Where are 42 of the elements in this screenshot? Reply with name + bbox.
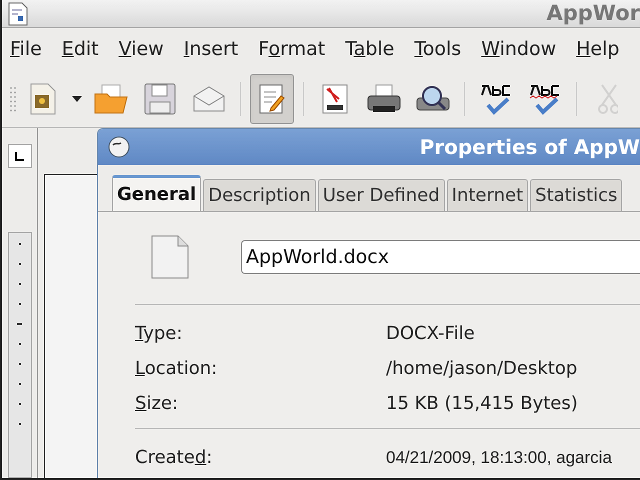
field-label: Created:	[135, 447, 212, 468]
tab[interactable]: Internet	[446, 179, 528, 211]
field-value: /home/jason/Desktop	[386, 357, 578, 381]
new-document-icon	[30, 82, 56, 114]
printer-icon	[367, 84, 401, 114]
tab[interactable]: Description	[203, 179, 316, 211]
app-logo-icon	[108, 136, 130, 158]
menu-item[interactable]: Tools	[414, 34, 462, 64]
caret-icon	[72, 96, 82, 102]
dialog-title: Properties of AppW	[420, 134, 640, 161]
print-preview-icon	[416, 84, 450, 114]
document-icon	[8, 2, 28, 26]
tab[interactable]: User Defined	[318, 179, 445, 211]
field-label: Type:	[135, 323, 182, 344]
file-icon	[151, 235, 189, 279]
scissors-icon	[598, 84, 618, 114]
auto-spellcheck-icon	[528, 82, 562, 114]
window-title: AppWor	[546, 0, 640, 27]
menu-item[interactable]: Format	[258, 34, 326, 64]
tab[interactable]: Statistics	[530, 179, 622, 211]
menu-item[interactable]: Window	[481, 34, 556, 64]
field-label: Size:	[135, 393, 178, 414]
field-value: DOCX-File	[386, 322, 475, 346]
spellcheck-icon	[479, 82, 513, 114]
menu-item[interactable]: File	[10, 34, 42, 64]
tab-stop-button[interactable]	[8, 144, 32, 168]
edit-document-icon	[259, 84, 285, 114]
folder-icon	[94, 84, 128, 114]
menu-item[interactable]: Edit	[62, 34, 99, 64]
menu-item[interactable]: Insert	[184, 34, 238, 64]
file-name-field[interactable]: AppWorld.docx	[241, 240, 640, 274]
envelope-icon	[193, 86, 225, 112]
field-value: 04/21/2009, 18:13:00, agarcia	[386, 446, 612, 469]
tab[interactable]: General	[112, 175, 202, 211]
pdf-icon	[322, 84, 348, 114]
field-label: Location:	[135, 358, 218, 379]
menu-item[interactable]: Table	[345, 34, 394, 64]
menu-item[interactable]: View	[118, 34, 164, 64]
menu-item[interactable]: Help	[576, 34, 620, 64]
left-tab-icon	[15, 152, 24, 160]
field-value: 15 KB (15,415 Bytes)	[386, 392, 578, 416]
toolbar-grip-icon	[10, 86, 16, 112]
